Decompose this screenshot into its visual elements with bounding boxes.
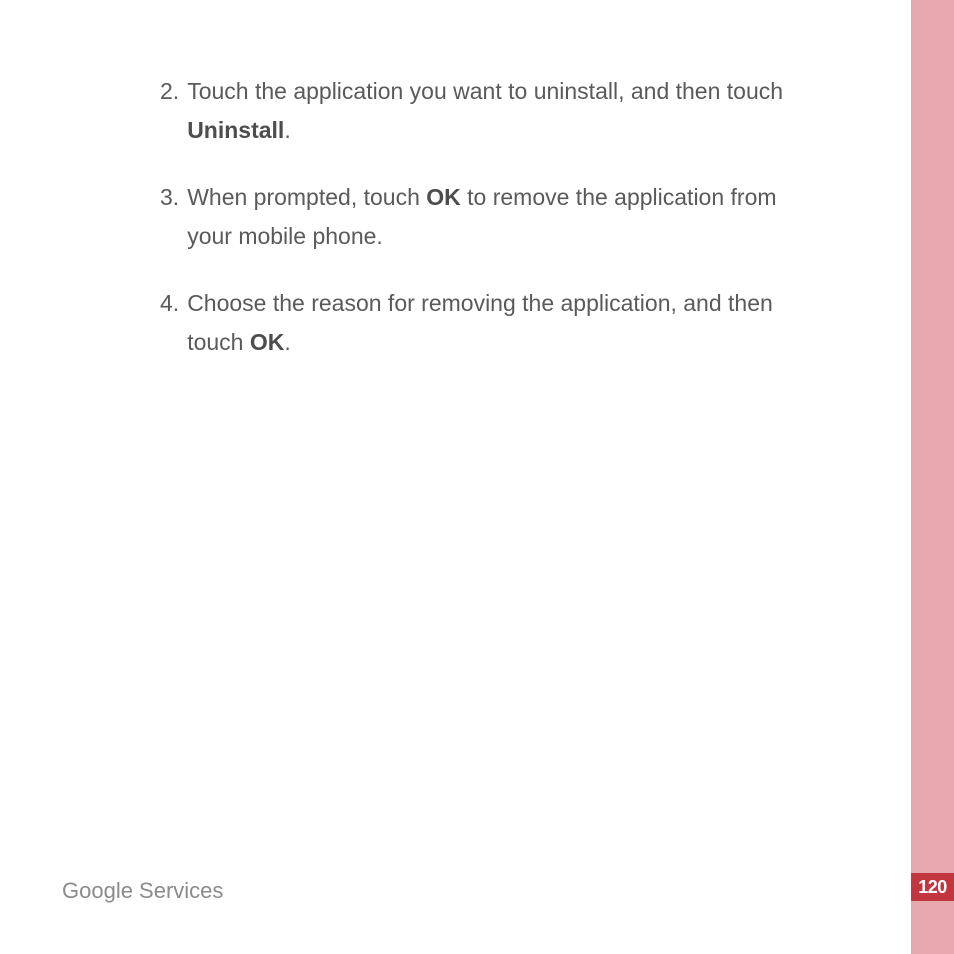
step-item: 2. Touch the application you want to uni… — [160, 72, 810, 150]
step-text-part: When prompted, touch — [187, 184, 426, 210]
step-text-part: . — [284, 329, 290, 355]
page-number-badge: 120 — [911, 873, 954, 901]
page-container: 120 2. Touch the application you want to… — [0, 0, 954, 954]
footer-section-title: Google Services — [62, 878, 223, 904]
step-number: 3. — [160, 178, 179, 217]
step-text-bold: OK — [250, 329, 285, 355]
page-number: 120 — [918, 877, 947, 898]
step-text-part: . — [284, 117, 290, 143]
step-text: Touch the application you want to uninst… — [187, 72, 810, 150]
step-number: 2. — [160, 72, 179, 111]
step-text: Choose the reason for removing the appli… — [187, 284, 810, 362]
content-area: 2. Touch the application you want to uni… — [0, 0, 870, 363]
side-tab — [911, 0, 954, 954]
step-text-part: Touch the application you want to uninst… — [187, 78, 783, 104]
step-number: 4. — [160, 284, 179, 323]
step-item: 4. Choose the reason for removing the ap… — [160, 284, 810, 362]
step-text-bold: Uninstall — [187, 117, 284, 143]
step-item: 3. When prompted, touch OK to remove the… — [160, 178, 810, 256]
step-text-bold: OK — [426, 184, 461, 210]
step-text: When prompted, touch OK to remove the ap… — [187, 178, 810, 256]
